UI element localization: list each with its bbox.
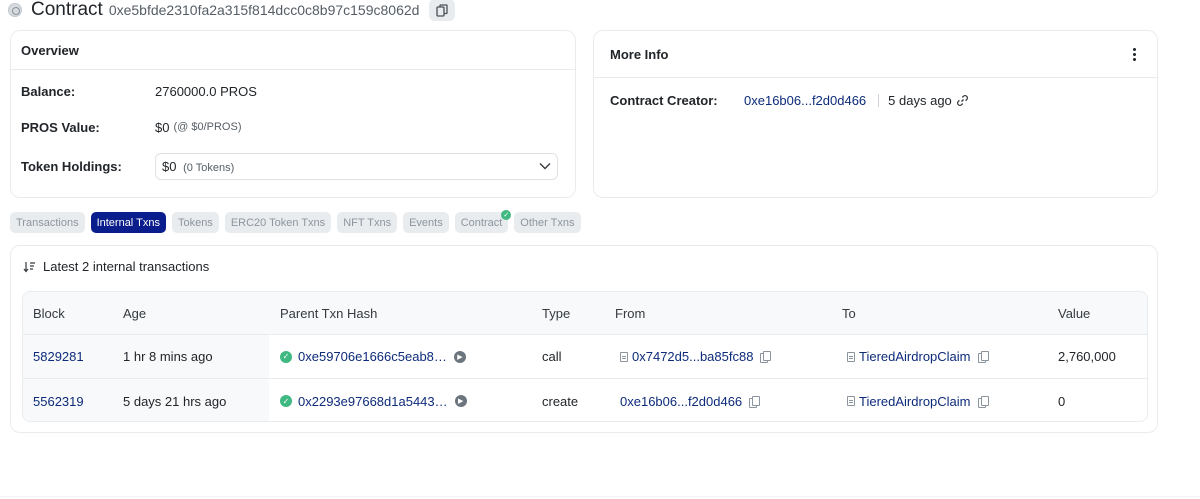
divider xyxy=(878,94,880,107)
tab-transactions[interactable]: Transactions xyxy=(10,212,85,233)
contract-logo-icon xyxy=(8,3,22,17)
row-value: 0 xyxy=(1058,393,1066,409)
parent-hash-link[interactable]: 0xe59706e1666c5eab8… xyxy=(298,349,447,364)
row-from-cell: 0x7472d5...ba85fc88 xyxy=(620,335,772,378)
tab-contract-label: Contract xyxy=(460,216,503,229)
from-address-link[interactable]: 0x7472d5...ba85fc88 xyxy=(632,349,753,364)
balance-row: Balance: 2760000.0 PROS xyxy=(21,83,558,99)
col-parent-txn-hash: Parent Txn Hash xyxy=(280,305,378,321)
tab-contract[interactable]: Contract ✓ xyxy=(454,210,512,233)
overview-title: Overview xyxy=(11,31,575,70)
balance-value: 2760000.0 PROS xyxy=(155,83,257,99)
arrow-right-icon[interactable]: ▶ xyxy=(453,350,466,363)
creator-age: 5 days ago xyxy=(888,93,952,108)
link-icon[interactable] xyxy=(956,94,969,107)
success-icon: ✓ xyxy=(280,350,292,363)
contract-file-icon xyxy=(620,351,628,362)
page-divider xyxy=(0,496,1200,497)
contract-creator-label: Contract Creator: xyxy=(610,93,718,108)
col-age[interactable]: Age xyxy=(123,292,146,334)
more-info-header: More Info xyxy=(594,31,1157,78)
copy-icon[interactable] xyxy=(977,351,989,363)
contract-file-icon xyxy=(847,396,855,406)
verified-check-icon: ✓ xyxy=(501,210,512,220)
from-address-link[interactable]: 0xe16b06...f2d0d466 xyxy=(620,394,742,409)
success-icon: ✓ xyxy=(280,395,292,407)
to-contract-link[interactable]: TieredAirdropClaim xyxy=(859,349,971,364)
tab-other-txns[interactable]: Other Txns xyxy=(514,212,581,233)
token-holdings-label: Token Holdings: xyxy=(21,158,122,174)
tab-events[interactable]: Events xyxy=(403,212,449,233)
pros-value-rate: (@ $0/PROS) xyxy=(173,121,242,133)
row-type: create xyxy=(542,393,579,409)
pros-value: $0 xyxy=(155,119,170,135)
contract-address: 0xe5bfde2310fa2a315f814dcc0c8b97c159c806… xyxy=(108,2,420,18)
page-title: Contract xyxy=(31,0,103,20)
row-to-cell: TieredAirdropClaim xyxy=(847,379,989,421)
row-value: 2,760,000 xyxy=(1058,349,1116,364)
row-parent-hash-cell: ✓ 0x2293e97668d1a5443… ▶ xyxy=(280,379,467,421)
table-row: 5829281 1 hr 8 mins ago ✓ 0xe59706e1666c… xyxy=(23,335,1147,379)
parent-hash-link[interactable]: 0x2293e97668d1a5443… xyxy=(298,394,448,409)
table-row: 5562319 5 days 21 hrs ago ✓ 0x2293e97668… xyxy=(23,379,1147,421)
tab-internal-txns[interactable]: Internal Txns xyxy=(90,212,166,233)
creator-address-link[interactable]: 0xe16b06...f2d0d466 xyxy=(744,93,866,108)
page-header: Contract 0xe5bfde2310fa2a315f814dcc0c8b9… xyxy=(8,0,456,21)
row-block[interactable]: 5562319 xyxy=(33,379,84,421)
token-holdings-value: $0 xyxy=(162,158,177,174)
copy-icon[interactable] xyxy=(749,395,761,408)
col-value: Value xyxy=(1058,305,1091,321)
col-block: Block xyxy=(33,305,65,321)
internal-txns-card: Latest 2 internal transactions Block Age… xyxy=(10,245,1158,433)
to-contract-link[interactable]: TieredAirdropClaim xyxy=(859,394,971,409)
more-info-title: More Info xyxy=(610,46,669,62)
more-options-icon[interactable] xyxy=(1127,47,1141,61)
row-from-cell: 0xe16b06...f2d0d466 xyxy=(620,379,761,421)
pros-value-row: PROS Value: $0 (@ $0/PROS) xyxy=(21,119,558,135)
tab-nft-txns[interactable]: NFT Txns xyxy=(337,212,398,233)
internal-txns-table: Block Age Parent Txn Hash Type From To V… xyxy=(22,291,1148,422)
txn-summary-text: Latest 2 internal transactions xyxy=(43,259,210,274)
overview-card: Overview Balance: 2760000.0 PROS PROS Va… xyxy=(10,30,576,198)
tab-bar: Transactions Internal Txns Tokens ERC20 … xyxy=(10,210,581,233)
col-to: To xyxy=(842,305,856,321)
row-type: call xyxy=(542,349,562,364)
more-info-card: More Info Contract Creator: 0xe16b06...f… xyxy=(593,30,1158,198)
row-parent-hash-cell: ✓ 0xe59706e1666c5eab8… ▶ xyxy=(280,335,466,378)
row-age: 1 hr 8 mins ago xyxy=(123,349,213,364)
row-age: 5 days 21 hrs ago xyxy=(123,393,227,409)
row-to-cell: TieredAirdropClaim xyxy=(847,335,989,378)
copy-address-button[interactable] xyxy=(429,0,456,21)
balance-label: Balance: xyxy=(21,83,76,99)
tab-erc20-token-txns[interactable]: ERC20 Token Txns xyxy=(224,212,332,233)
tab-tokens[interactable]: Tokens xyxy=(171,212,219,233)
sort-icon xyxy=(23,261,36,273)
contract-creator-row: Contract Creator: 0xe16b06...f2d0d466 5 … xyxy=(610,93,969,108)
row-block[interactable]: 5829281 xyxy=(33,335,84,378)
table-header: Block Age Parent Txn Hash Type From To V… xyxy=(23,292,1147,335)
arrow-right-icon[interactable]: ▶ xyxy=(454,395,467,407)
chevron-down-icon xyxy=(539,163,551,170)
copy-icon[interactable] xyxy=(760,351,772,363)
txn-summary: Latest 2 internal transactions xyxy=(23,259,209,274)
copy-icon[interactable] xyxy=(977,395,989,408)
pros-value-label: PROS Value: xyxy=(21,119,100,135)
col-from: From xyxy=(615,305,646,321)
copy-icon xyxy=(436,3,449,17)
token-holdings-dropdown[interactable]: $0 (0 Tokens) xyxy=(155,152,558,180)
col-type: Type xyxy=(542,305,571,321)
token-holdings-row: Token Holdings: $0 (0 Tokens) xyxy=(21,152,558,180)
contract-file-icon xyxy=(847,351,855,362)
token-holdings-count: (0 Tokens) xyxy=(183,161,235,174)
